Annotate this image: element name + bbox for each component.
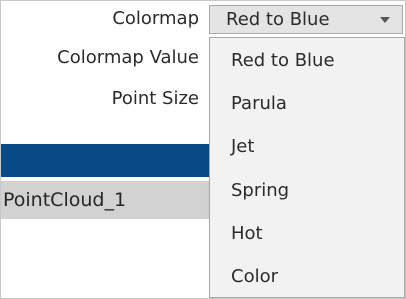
list-item-pointcloud[interactable]: PointCloud_1	[1, 181, 211, 219]
colormap-option-red-to-blue[interactable]: Red to Blue	[210, 41, 404, 81]
chevron-down-icon[interactable]	[380, 17, 390, 23]
colormap-select[interactable]: Red to Blue	[209, 5, 403, 34]
selection-header-bar	[1, 144, 211, 177]
colormap-label: Colormap	[112, 8, 199, 29]
colormap-option-hot[interactable]: Hot	[210, 214, 404, 254]
list-item-label: PointCloud_1	[3, 189, 127, 211]
colormap-option-jet[interactable]: Jet	[210, 127, 404, 167]
property-panel: Colormap Colormap Value Point Size Point…	[0, 0, 406, 299]
colormap-dropdown-list: Red to Blue Parula Jet Spring Hot Color	[209, 37, 405, 298]
colormap-option-spring[interactable]: Spring	[210, 171, 404, 211]
colormap-option-parula[interactable]: Parula	[210, 84, 404, 124]
colormap-option-color[interactable]: Color	[210, 257, 404, 297]
colormap-value-label: Colormap Value	[57, 47, 199, 68]
colormap-select-value: Red to Blue	[226, 9, 330, 30]
point-size-label: Point Size	[111, 88, 199, 109]
